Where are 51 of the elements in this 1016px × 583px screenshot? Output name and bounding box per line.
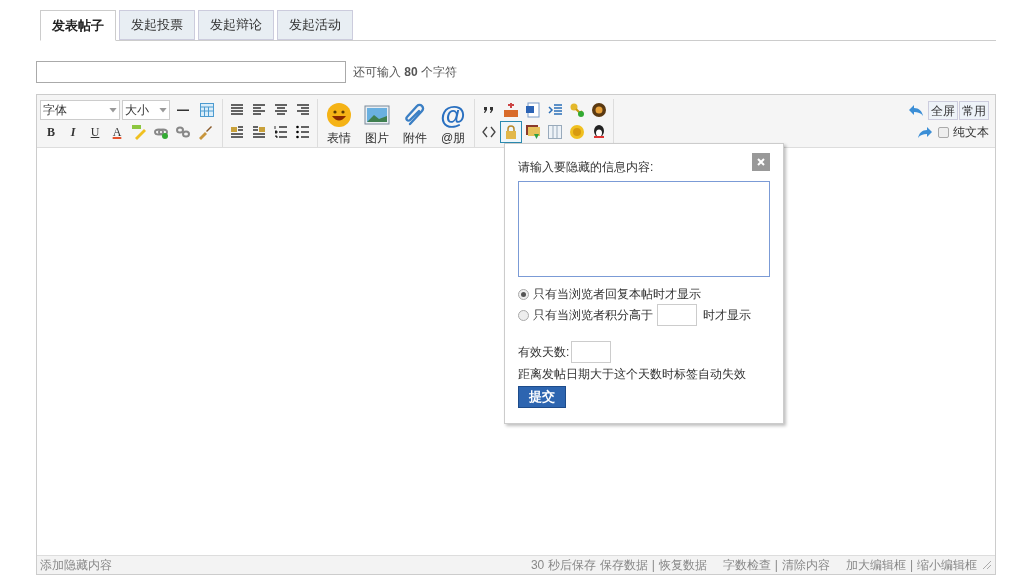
tab[interactable]: 发起投票 (119, 10, 195, 40)
radio-button[interactable] (518, 309, 529, 321)
button-label: @朋 (440, 130, 466, 146)
view-button[interactable]: 常用 (959, 100, 989, 120)
emoji-button[interactable]: 表情 (322, 99, 356, 146)
tab[interactable]: 发表帖子 (40, 10, 116, 41)
button-label: 附件 (403, 130, 427, 146)
caret-icon (159, 107, 167, 113)
hidden-content-field[interactable] (518, 181, 770, 277)
button-label: 表情 (327, 130, 351, 146)
option-label: 时才显示 (703, 307, 751, 324)
separator: | (651, 557, 655, 574)
attachment-button[interactable]: 附件 (398, 99, 432, 146)
days-field[interactable] (571, 341, 612, 363)
plain-text-checkbox[interactable] (938, 126, 949, 138)
caret-icon (109, 107, 117, 113)
title-field[interactable] (36, 61, 346, 83)
size-select[interactable]: 大小 (122, 100, 170, 120)
days-label: 有效天数: (518, 344, 570, 361)
option-label: 只有当浏览者回复本帖时才显示 (533, 286, 701, 303)
font-select[interactable]: 字体 (40, 100, 120, 120)
close-button[interactable] (752, 153, 770, 171)
image-icon (364, 102, 390, 128)
option-label: 只有当浏览者积分高于 (533, 307, 653, 324)
close-icon (756, 157, 766, 167)
autosave-text: 30 秒后保存 (530, 557, 596, 574)
tab[interactable]: 发起活动 (277, 10, 353, 40)
plain-text-label: 纯文本 (953, 124, 989, 141)
radio-button[interactable] (518, 288, 529, 300)
view-button[interactable]: 全屏 (928, 100, 958, 120)
bold-button[interactable]: B (40, 121, 62, 143)
score-field[interactable] (657, 304, 697, 326)
lock-icon[interactable] (500, 121, 522, 143)
tab[interactable]: 发起辩论 (198, 10, 274, 40)
smiley-icon (326, 102, 352, 128)
separator: | (909, 557, 913, 574)
button-label: 图片 (365, 130, 389, 146)
size-select-label: 大小 (125, 102, 149, 119)
prompt-text: 请输入要隐藏的信息内容: (518, 159, 654, 176)
font-color-button[interactable]: A (106, 121, 128, 143)
mention-button[interactable]: @ @朋 (436, 99, 470, 146)
separator: | (774, 557, 778, 574)
italic-button[interactable]: I (62, 121, 84, 143)
at-sign-icon: @ (440, 102, 466, 128)
font-select-label: 字体 (43, 102, 67, 119)
image-button[interactable]: 图片 (360, 99, 394, 146)
resize-grip-icon[interactable] (982, 560, 992, 570)
underline-button[interactable]: U (84, 121, 106, 143)
days-hint: 距离发帖日期大于这个天数时标签自动失效 (518, 366, 747, 383)
character-counter: 还可输入 80 个字符 (353, 64, 458, 81)
submit-button[interactable]: 提交 (518, 386, 566, 408)
